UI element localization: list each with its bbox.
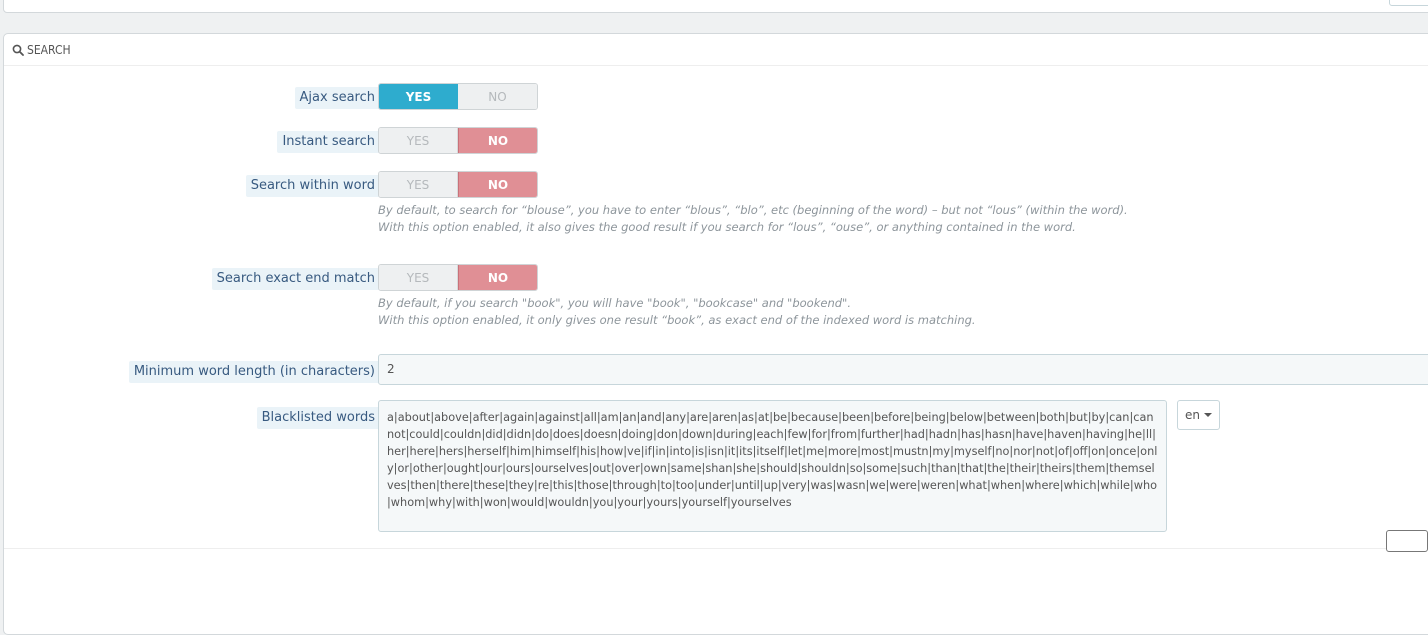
blacklisted-words-textarea[interactable]: a|about|above|after|again|against|all|am… bbox=[378, 400, 1167, 532]
search-exact-end-match-yes[interactable]: YES bbox=[379, 265, 458, 290]
ajax-search-yes[interactable]: YES bbox=[379, 84, 458, 109]
instant-search-no[interactable]: NO bbox=[458, 128, 537, 153]
blacklisted-words-label: Blacklisted words bbox=[256, 407, 380, 429]
search-exact-end-match-help-1: By default, if you search "book", you wi… bbox=[378, 296, 851, 310]
search-exact-end-match-label: Search exact end match bbox=[211, 268, 380, 290]
search-exact-end-match-no[interactable]: NO bbox=[458, 265, 537, 290]
ajax-search-switch[interactable]: YES NO bbox=[378, 83, 538, 110]
min-word-length-label: Minimum word length (in characters) bbox=[128, 361, 380, 383]
ajax-search-label: Ajax search bbox=[294, 87, 380, 109]
instant-search-switch[interactable]: YES NO bbox=[378, 127, 538, 154]
search-exact-end-match-help-2: With this option enabled, it only gives … bbox=[378, 313, 976, 327]
panel-title: SEARCH bbox=[27, 42, 71, 57]
ajax-search-no[interactable]: NO bbox=[458, 84, 537, 109]
previous-panel bbox=[3, 0, 1428, 13]
caret-down-icon bbox=[1204, 413, 1212, 417]
search-within-word-label: Search within word bbox=[245, 175, 380, 197]
search-within-word-switch[interactable]: YES NO bbox=[378, 171, 538, 198]
search-within-word-help-1: By default, to search for “blouse”, you … bbox=[378, 203, 1128, 217]
language-dropdown-button[interactable]: en bbox=[1177, 400, 1220, 430]
previous-panel-button[interactable] bbox=[1389, 0, 1428, 6]
search-within-word-yes[interactable]: YES bbox=[379, 172, 458, 197]
search-panel: SEARCH Ajax search YES NO Instant search… bbox=[3, 33, 1428, 635]
search-icon bbox=[12, 44, 24, 56]
language-code: en bbox=[1185, 408, 1200, 422]
search-exact-end-match-switch[interactable]: YES NO bbox=[378, 264, 538, 291]
save-button[interactable] bbox=[1386, 530, 1428, 552]
instant-search-yes[interactable]: YES bbox=[379, 128, 458, 153]
panel-heading: SEARCH bbox=[4, 34, 1428, 66]
panel-footer-divider bbox=[4, 548, 1428, 549]
search-within-word-no[interactable]: NO bbox=[458, 172, 537, 197]
min-word-length-input[interactable]: 2 bbox=[378, 354, 1428, 385]
instant-search-label: Instant search bbox=[277, 131, 380, 153]
search-within-word-help-2: With this option enabled, it also gives … bbox=[378, 220, 1076, 234]
